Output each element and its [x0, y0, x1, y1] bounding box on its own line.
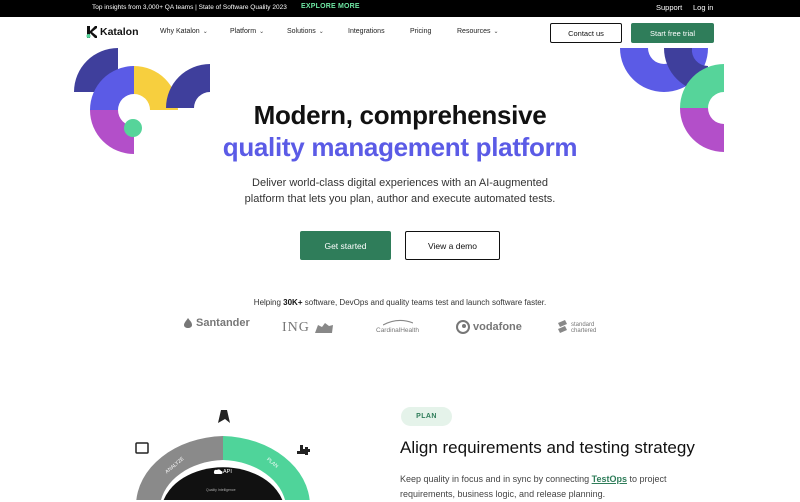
get-started-button[interactable]: Get started: [300, 231, 391, 260]
nav-item-label: Solutions: [287, 28, 316, 35]
nav-platform[interactable]: Platform ⌄: [230, 28, 264, 35]
support-link[interactable]: Support: [656, 3, 682, 12]
chat-icon: [135, 442, 149, 454]
nav-why-katalon[interactable]: Why Katalon ⌄: [160, 28, 208, 35]
nav-integrations[interactable]: Integrations: [348, 28, 385, 35]
nav-pricing[interactable]: Pricing: [410, 28, 431, 35]
hero-subtitle: Deliver world-class digital experiences …: [200, 175, 600, 207]
nav-item-label: Integrations: [348, 28, 385, 35]
announcement-text: Top insights from 3,000+ QA teams | Stat…: [92, 4, 287, 11]
cardinal-health-logo: CardinalHealth: [376, 319, 419, 334]
explore-more-link[interactable]: EXPLORE MORE: [301, 3, 360, 10]
main-nav: Katalon Why Katalon ⌄ Platform ⌄ Solutio…: [0, 17, 800, 49]
chevron-down-icon: ⌄: [318, 29, 324, 35]
slack-icon: [297, 445, 310, 455]
api-label: API: [223, 469, 232, 475]
nav-resources[interactable]: Resources ⌄: [457, 28, 499, 35]
nav-solutions[interactable]: Solutions ⌄: [287, 28, 324, 35]
katalon-logo[interactable]: Katalon: [86, 26, 139, 38]
hero-subtitle-line2: platform that lets you plan, author and …: [244, 193, 556, 205]
announcement-bar: Top insights from 3,000+ QA teams | Stat…: [0, 0, 800, 17]
cardinal-health-mark-icon: [382, 319, 413, 326]
vodafone-logo: vodafone: [456, 320, 522, 334]
start-free-trial-button[interactable]: Start free trial: [631, 23, 714, 43]
social-proof-prefix: Helping: [253, 298, 284, 307]
standard-chartered-mark-icon: [558, 320, 567, 333]
social-proof-count: 30K+: [283, 298, 303, 307]
standard-chartered-logo: standard chartered: [557, 320, 601, 336]
inner-label: Quality Intelligence: [206, 488, 236, 492]
hero-title-line2: quality management platform: [222, 132, 578, 162]
feature-title: Align requirements and testing strategy: [400, 438, 695, 457]
cardinal-health-wordmark: CardinalHealth: [376, 327, 419, 334]
vodafone-wordmark: vodafone: [473, 321, 522, 333]
nav-item-label: Pricing: [410, 28, 432, 35]
santander-logo: Santander: [183, 317, 250, 329]
view-demo-button[interactable]: View a demo: [405, 231, 500, 260]
chevron-down-icon: ⌄: [259, 29, 265, 35]
login-link[interactable]: Log in: [693, 3, 713, 12]
ing-wordmark: ING: [282, 320, 310, 335]
social-proof-text: Helping 30K+ software, DevOps and qualit…: [0, 298, 800, 307]
nav-item-label: Why Katalon: [160, 28, 200, 35]
nav-item-label: Platform: [230, 28, 257, 35]
customer-logos: Santander ING CardinalHealth vodafone st…: [0, 316, 800, 342]
hero-title-line1: Modern, comprehensive: [253, 100, 547, 130]
contact-us-button[interactable]: Contact us: [550, 23, 622, 43]
feature-body-prefix: Keep quality in focus and in sync by con…: [400, 474, 592, 484]
feature-description: Keep quality in focus and in sync by con…: [400, 472, 700, 502]
brand-name: Katalon: [100, 26, 139, 38]
platform-cycle-diagram: ANALYZE PLAN API Quality Intelligence: [135, 410, 310, 500]
santander-wordmark: Santander: [196, 317, 250, 329]
ing-lion-icon: [314, 323, 333, 333]
deploy-triangle-icon: [218, 410, 230, 423]
plan-badge: PLAN: [401, 407, 452, 426]
chevron-down-icon: ⌄: [202, 29, 208, 35]
vodafone-speechmark-icon: [456, 320, 470, 334]
katalon-logo-icon: [86, 26, 97, 38]
testops-link[interactable]: TestOps: [592, 474, 627, 484]
nav-item-label: Resources: [457, 28, 491, 35]
standard-chartered-wordmark: standard chartered: [571, 322, 597, 334]
chevron-down-icon: ⌄: [493, 29, 499, 35]
santander-flame-icon: [184, 318, 192, 328]
hero-subtitle-line1: Deliver world-class digital experiences …: [252, 177, 548, 189]
social-proof-suffix: software, DevOps and quality teams test …: [302, 298, 547, 307]
ing-logo: ING: [282, 320, 335, 336]
